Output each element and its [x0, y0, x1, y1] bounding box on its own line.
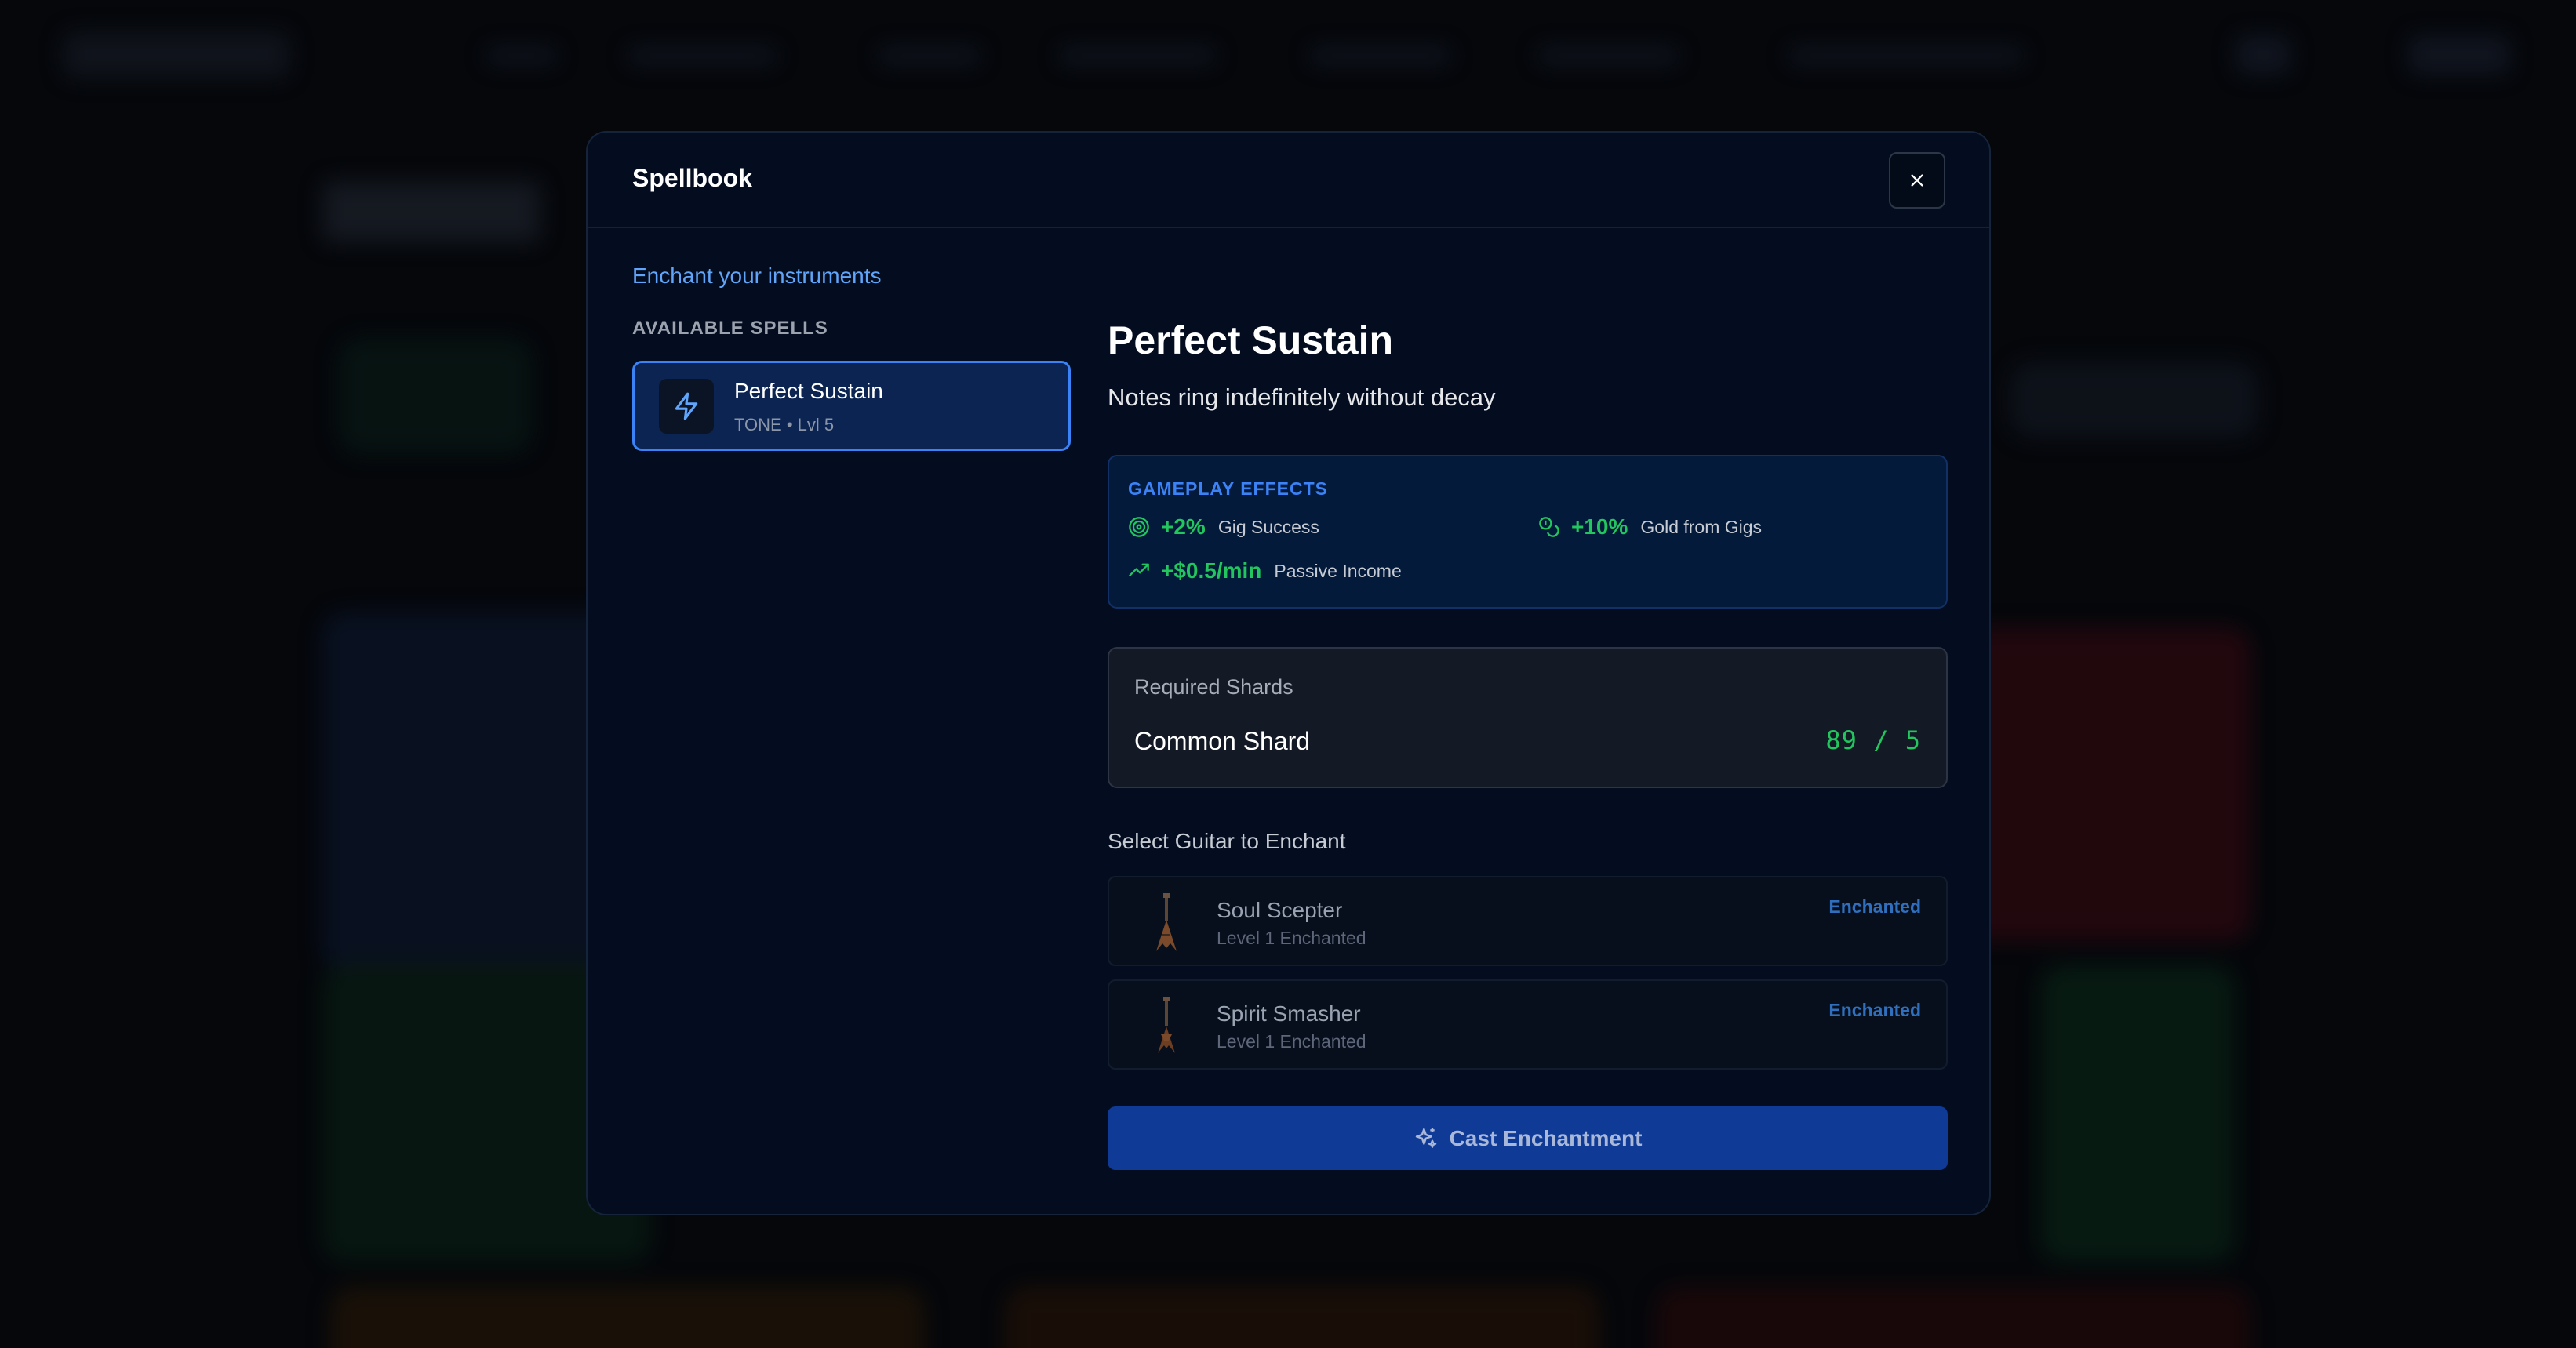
guitar-icon [1156, 893, 1177, 951]
spell-detail-title: Perfect Sustain [1108, 318, 1394, 362]
spell-detail-description: Notes ring indefinitely without decay [1108, 383, 1496, 411]
effect-gold-from-gigs: +10% Gold from Gigs [1538, 514, 1762, 540]
required-shards-panel: Required Shards Common Shard 89 / 5 [1108, 647, 1948, 788]
shard-count: 89 / 5 [1825, 725, 1921, 755]
background-card [1961, 627, 2251, 941]
background-card [2008, 361, 2259, 439]
background-card [329, 1286, 926, 1348]
guitar-name: Soul Scepter [1217, 898, 1343, 922]
background-card [2039, 965, 2236, 1263]
background-card [1655, 1286, 2251, 1348]
gameplay-effects-panel: GAMEPLAY EFFECTS +2% Gig Success +10% Go… [1108, 455, 1948, 609]
cast-enchantment-label: Cast Enchantment [1449, 1125, 1643, 1150]
background-nav-link [879, 47, 981, 64]
modal-subtitle: Enchant your instruments [632, 263, 882, 288]
background-nav-link [1310, 47, 1451, 64]
guitar-level: Level 1 Enchanted [1217, 1031, 1366, 1052]
spellbook-modal: Spellbook Enchant your instruments AVAIL… [586, 131, 1991, 1215]
background-logo [63, 31, 290, 78]
trending-up-icon [1129, 563, 1149, 576]
background-nav-link [1059, 47, 1216, 64]
background-nav-link [2236, 35, 2290, 74]
available-spells-label: AVAILABLE SPELLS [632, 318, 828, 339]
modal-header: Spellbook [588, 133, 1989, 228]
effect-label: Passive Income [1274, 560, 1402, 581]
target-icon [1129, 517, 1149, 537]
coins-icon [1539, 517, 1559, 537]
effect-label: Gig Success [1217, 516, 1319, 537]
background-nav-link [628, 47, 777, 64]
effect-passive-income: +$0.5/min Passive Income [1128, 558, 1402, 583]
guitar-item-spirit-smasher[interactable]: Spirit Smasher Level 1 Enchanted Enchant… [1108, 979, 1948, 1070]
background-card [1004, 1286, 1600, 1348]
sparkles-icon [1415, 1128, 1436, 1148]
cast-enchantment-button[interactable]: Cast Enchantment [1108, 1106, 1948, 1170]
effect-label: Gold from Gigs [1640, 516, 1763, 537]
background-card [337, 337, 533, 455]
background-nav [0, 0, 2576, 110]
shard-name: Common Shard [1134, 727, 1311, 755]
effect-gig-success: +2% Gig Success [1128, 514, 1319, 540]
modal-title: Spellbook [632, 164, 752, 192]
background-nav-link [1788, 47, 2024, 64]
gameplay-effects-label: GAMEPLAY EFFECTS [1128, 478, 1328, 499]
effect-value: +$0.5/min [1161, 558, 1262, 583]
close-button[interactable] [1889, 152, 1945, 209]
enchanted-badge: Enchanted [1828, 1000, 1921, 1020]
lightning-icon [659, 379, 714, 434]
background-title [322, 180, 541, 243]
effect-value: +2% [1161, 514, 1206, 539]
guitar-item-soul-scepter[interactable]: Soul Scepter Level 1 Enchanted Enchanted [1108, 876, 1948, 966]
select-guitar-label: Select Guitar to Enchant [1108, 829, 1346, 853]
background-nav-link [2408, 35, 2510, 74]
close-icon [1911, 174, 1923, 187]
enchanted-badge: Enchanted [1828, 896, 1921, 917]
guitar-name: Spirit Smasher [1217, 1001, 1361, 1026]
spell-name: Perfect Sustain [734, 379, 883, 403]
guitar-level: Level 1 Enchanted [1217, 928, 1366, 948]
background-nav-link [486, 47, 557, 64]
guitar-icon [1158, 997, 1175, 1053]
background-nav-link [1537, 47, 1679, 64]
spell-item-perfect-sustain[interactable]: Perfect Sustain TONE • Lvl 5 [632, 361, 1071, 451]
required-shards-label: Required Shards [1134, 675, 1293, 699]
effect-value: +10% [1571, 514, 1628, 539]
spell-meta: TONE • Lvl 5 [734, 415, 835, 434]
